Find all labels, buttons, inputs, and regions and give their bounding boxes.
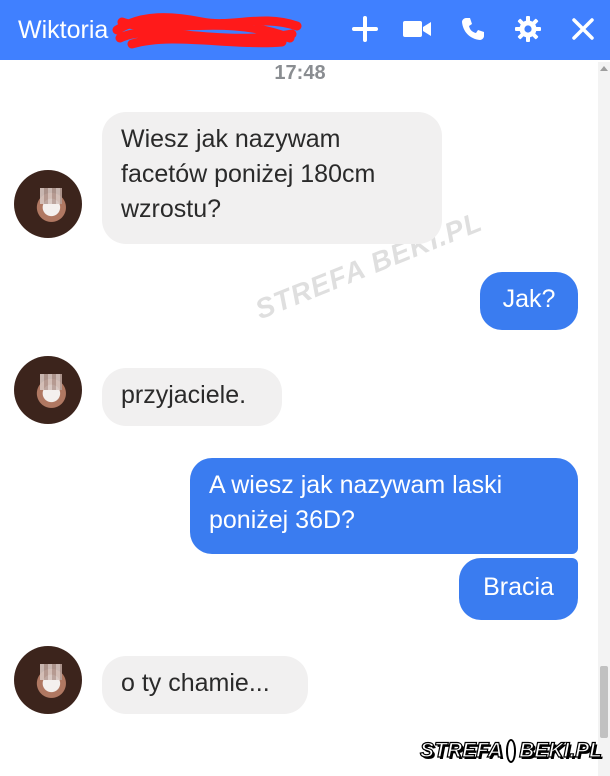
troll-face-icon [505,739,517,763]
site-logo: STREFA BEKI.PL [419,732,603,770]
close-icon[interactable] [566,12,600,46]
message-text: Wiesz jak nazywam facetów poniżej 180cm … [121,125,376,223]
message-text: Bracia [483,573,554,601]
scroll-up-arrow-icon[interactable] [600,66,608,71]
avatar[interactable] [14,646,82,714]
message-bubble-outgoing: Bracia [459,558,578,620]
plus-icon[interactable] [348,12,382,46]
message-text: Jak? [502,285,556,313]
video-camera-icon[interactable] [400,12,434,46]
message-bubble-outgoing: A wiesz jak nazywam laski poniżej 36D? [190,458,578,554]
message-bubble-incoming: przyjaciele. [102,368,282,426]
redaction-scribble [112,13,302,49]
gear-icon[interactable] [511,12,545,46]
message-bubble-incoming: o ty chamie... [102,656,308,714]
scrollbar-thumb[interactable] [600,666,608,738]
logo-text-right: BEKI.PL [519,738,603,762]
message-text: A wiesz jak nazywam laski poniżej 36D? [209,471,503,534]
phone-icon[interactable] [456,12,490,46]
message-text: przyjaciele. [121,381,247,409]
message-timestamp: 17:48 [274,62,326,84]
avatar[interactable] [14,356,82,424]
contact-name[interactable]: Wiktoria [18,14,108,46]
chat-header: Wiktoria [0,0,610,60]
message-bubble-outgoing: Jak? [480,272,578,330]
message-bubble-incoming: Wiesz jak nazywam facetów poniżej 180cm … [102,112,442,244]
logo-text-left: STREFA [419,738,503,762]
avatar[interactable] [14,170,82,238]
message-text: o ty chamie... [121,669,270,697]
